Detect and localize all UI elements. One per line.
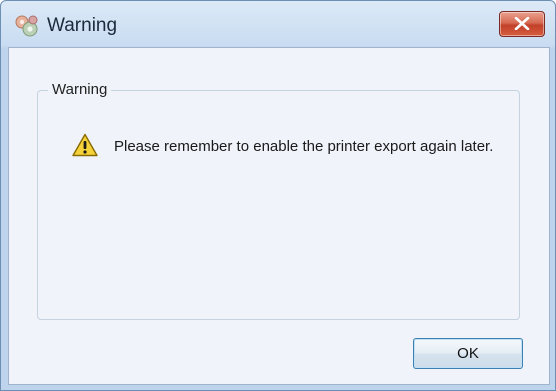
dialog-client-area: Warning Please remember to enable the pr… (8, 47, 550, 385)
window-title: Warning (47, 15, 118, 36)
title-bar[interactable]: Warning (1, 1, 555, 47)
close-icon (514, 17, 530, 30)
warning-message: Please remember to enable the printer ex… (114, 138, 494, 155)
warning-groupbox: Warning Please remember to enable the pr… (37, 80, 520, 320)
warning-triangle-icon (72, 133, 98, 157)
app-gears-icon (13, 13, 39, 39)
groupbox-legend: Warning (48, 80, 112, 100)
close-button[interactable] (499, 11, 545, 37)
ok-button[interactable]: OK (413, 338, 523, 369)
warning-dialog: Warning Warning Please remember to enabl… (0, 0, 556, 391)
